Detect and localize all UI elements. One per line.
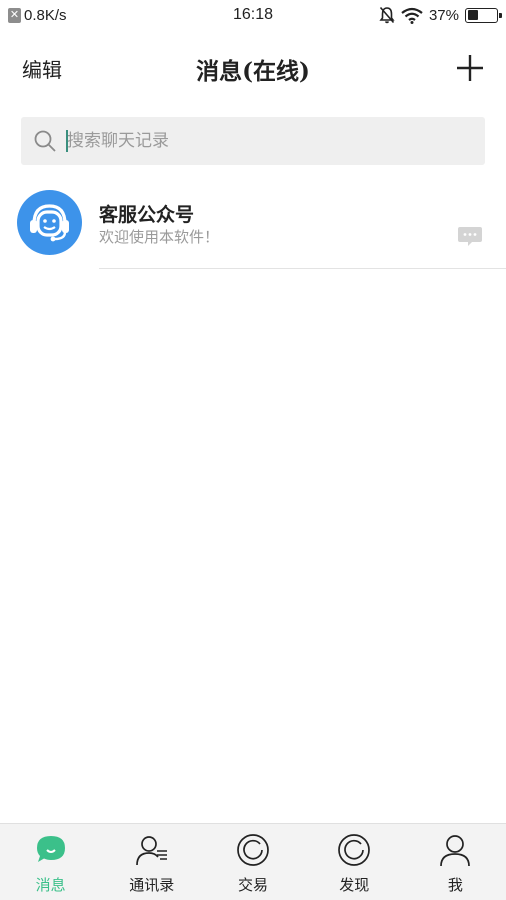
text-cursor — [66, 130, 68, 152]
trade-icon — [237, 834, 269, 866]
status-right: 37% — [379, 6, 502, 24]
tab-discover[interactable]: 发现 — [304, 824, 405, 900]
profile-icon — [440, 835, 471, 867]
chat-bubble-icon — [458, 227, 482, 246]
status-bar: ✕ 0.8K/s 16:18 37% — [0, 0, 506, 32]
divider — [99, 268, 506, 269]
tab-label: 交易 — [238, 876, 269, 894]
search-icon — [34, 130, 56, 152]
discover-icon — [338, 834, 371, 866]
message-icon — [36, 836, 65, 862]
tab-label: 我 — [447, 876, 463, 894]
battery-level — [467, 10, 478, 20]
tab-bar: 消息 通讯录 交易 发现 我 — [0, 823, 506, 900]
tab-label: 通讯录 — [129, 876, 175, 894]
battery-icon — [465, 7, 502, 23]
page-title: 消息(在线) — [196, 58, 310, 85]
conversation-preview: 欢迎使用本软件！ — [99, 228, 220, 246]
tab-me[interactable]: 我 — [405, 824, 506, 900]
contacts-icon — [135, 836, 167, 866]
conversation-name: 客服公众号 — [99, 204, 195, 226]
list-item[interactable]: 客服公众号 欢迎使用本软件！ — [0, 180, 506, 270]
tab-contacts[interactable]: 通讯录 — [101, 824, 202, 900]
avatar — [17, 190, 82, 255]
tab-label: 发现 — [339, 876, 370, 894]
header: 编辑 消息(在线) — [0, 40, 506, 96]
search-bar[interactable] — [21, 117, 485, 165]
tab-trade[interactable]: 交易 — [202, 824, 303, 900]
search-input[interactable] — [67, 127, 467, 155]
tab-label: 消息 — [35, 876, 66, 894]
customer-service-headset-icon — [30, 204, 69, 242]
tab-messages[interactable]: 消息 — [0, 824, 101, 900]
wifi-icon — [401, 7, 423, 24]
battery-percent: 37% — [428, 6, 459, 24]
bell-muted-icon — [379, 6, 395, 24]
plus-icon[interactable] — [454, 52, 486, 84]
